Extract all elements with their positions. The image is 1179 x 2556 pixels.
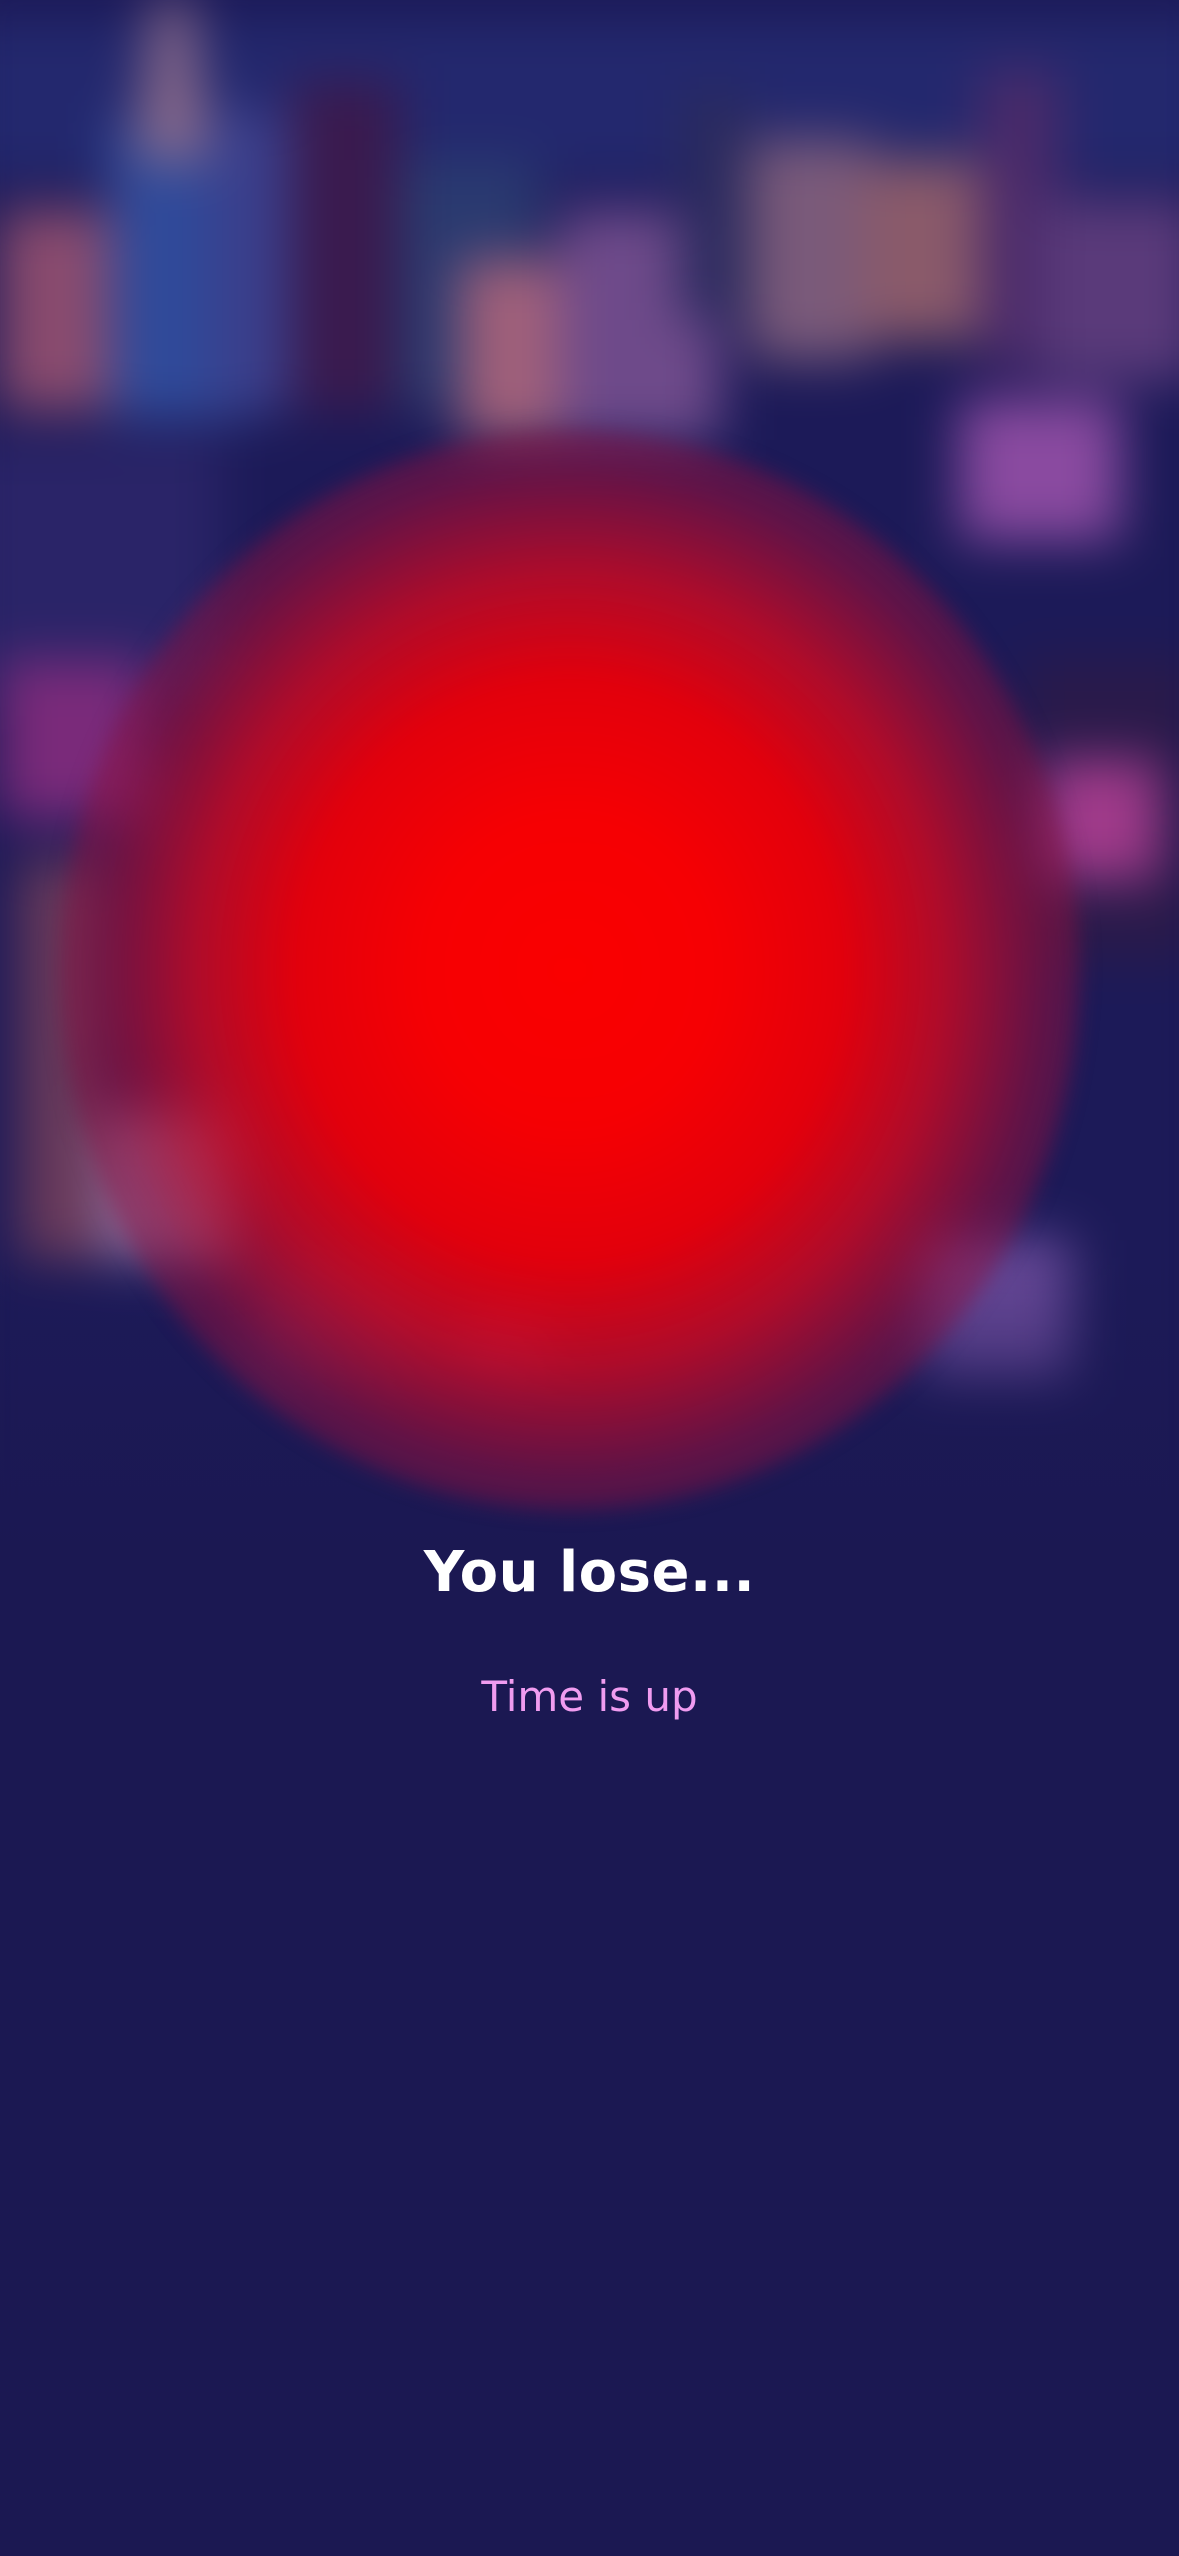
result-message: Time is up — [481, 1672, 698, 1721]
result-title: You lose... — [423, 1540, 756, 1605]
game-over-screen: You lose... Time is up — [0, 0, 1179, 2556]
red-loss-glow — [60, 430, 1080, 1510]
